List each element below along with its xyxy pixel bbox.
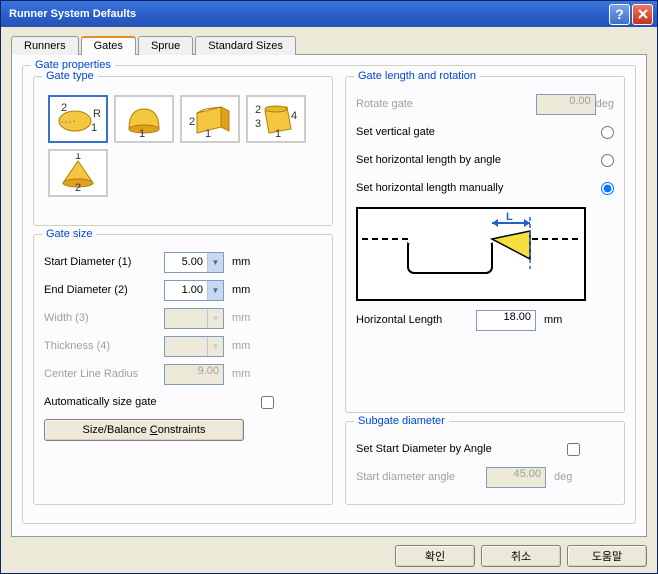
tab-sprue[interactable]: Sprue — [138, 36, 193, 55]
tab-panel-gates: Gate properties Gate type 2 — [11, 54, 647, 537]
auto-size-label: Automatically size gate — [44, 396, 164, 408]
gate-type-1-icon[interactable]: 2 R 1 — [48, 95, 108, 143]
tab-runners[interactable]: Runners — [11, 36, 79, 55]
set-start-by-angle-label: Set Start Diameter by Angle — [356, 443, 492, 455]
auto-size-checkbox[interactable] — [261, 396, 274, 409]
gate-type-legend: Gate type — [42, 70, 98, 82]
start-angle-label: Start diameter angle — [356, 471, 486, 483]
horizontal-length-input[interactable]: 18.00 — [476, 310, 536, 331]
svg-text:L: L — [506, 211, 513, 223]
unit-label: mm — [232, 284, 262, 296]
thickness-combo: ▼ — [164, 336, 224, 357]
svg-text:1: 1 — [275, 128, 281, 139]
size-balance-button[interactable]: Size/Balance Constraints — [44, 419, 244, 441]
width-label: Width (3) — [44, 312, 164, 324]
gate-type-2-icon[interactable]: 1 — [114, 95, 174, 143]
chevron-down-icon: ▼ — [207, 281, 223, 300]
gate-type-3-icon[interactable]: 1 2 — [180, 95, 240, 143]
svg-text:2: 2 — [189, 116, 195, 128]
tab-standard-sizes[interactable]: Standard Sizes — [195, 36, 296, 55]
width-combo: ▼ — [164, 308, 224, 329]
deg-label: deg — [554, 471, 584, 483]
gate-diagram: L — [356, 207, 586, 301]
rotate-gate-input: 0.00 — [536, 94, 596, 115]
gate-length-legend: Gate length and rotation — [354, 70, 480, 82]
svg-text:2: 2 — [255, 104, 261, 116]
svg-text:3: 3 — [255, 118, 261, 130]
end-diameter-combo[interactable]: 1.00 ▼ — [164, 280, 224, 301]
gate-properties-group: Gate properties Gate type 2 — [22, 65, 636, 524]
help-button[interactable]: 도움말 — [567, 545, 647, 567]
subgate-legend: Subgate diameter — [354, 415, 449, 427]
unit-label: mm — [544, 314, 574, 326]
gate-size-legend: Gate size — [42, 228, 96, 240]
close-icon[interactable] — [632, 4, 653, 25]
chevron-down-icon: ▼ — [207, 253, 223, 272]
thickness-label: Thickness (4) — [44, 340, 164, 352]
content-area: Runners Gates Sprue Standard Sizes Gate … — [1, 27, 657, 573]
window-title: Runner System Defaults — [5, 8, 607, 20]
svg-text:1: 1 — [75, 153, 81, 162]
dialog-footer: 확인 취소 도움말 — [11, 537, 647, 567]
titlebar: Runner System Defaults ? — [1, 1, 657, 27]
set-vertical-radio[interactable] — [601, 126, 614, 139]
center-line-radius-input: 9.00 — [164, 364, 224, 385]
start-diameter-label: Start Diameter (1) — [44, 256, 164, 268]
gate-length-rotation-group: Gate length and rotation Rotate gate 0.0… — [345, 76, 625, 413]
gate-size-group: Gate size Start Diameter (1) 5.00 ▼ mm — [33, 234, 333, 505]
unit-label: mm — [232, 256, 262, 268]
center-line-radius-label: Center Line Radius — [44, 368, 164, 380]
size-balance-label: Size/Balance Constraints — [83, 424, 206, 436]
svg-text:2: 2 — [75, 182, 81, 193]
start-angle-input: 45.00 — [486, 467, 546, 488]
svg-text:1: 1 — [139, 128, 145, 139]
gate-type-5-icon[interactable]: 1 2 — [48, 149, 108, 197]
deg-label: deg — [596, 98, 614, 110]
unit-label: mm — [232, 340, 262, 352]
rotate-gate-label: Rotate gate — [356, 98, 476, 110]
unit-label: mm — [232, 368, 262, 380]
horizontal-length-label: Horizontal Length — [356, 314, 476, 326]
svg-text:4: 4 — [291, 110, 297, 122]
tab-strip: Runners Gates Sprue Standard Sizes — [11, 35, 647, 54]
set-horiz-angle-label: Set horizontal length by angle — [356, 154, 501, 166]
ok-button[interactable]: 확인 — [395, 545, 475, 567]
start-diameter-value: 5.00 — [165, 256, 207, 268]
tab-gates[interactable]: Gates — [81, 36, 136, 55]
set-start-by-angle-checkbox[interactable] — [567, 443, 580, 456]
gate-type-group: Gate type 2 R 1 — [33, 76, 333, 226]
svg-text:1: 1 — [205, 128, 211, 139]
unit-label: mm — [232, 312, 262, 324]
chevron-down-icon: ▼ — [207, 337, 223, 356]
chevron-down-icon: ▼ — [207, 309, 223, 328]
dialog-window: Runner System Defaults ? Runners Gates S… — [0, 0, 658, 574]
set-vertical-label: Set vertical gate — [356, 126, 435, 138]
help-icon[interactable]: ? — [609, 4, 630, 25]
end-diameter-label: End Diameter (2) — [44, 284, 164, 296]
start-diameter-combo[interactable]: 5.00 ▼ — [164, 252, 224, 273]
subgate-diameter-group: Subgate diameter Set Start Diameter by A… — [345, 421, 625, 505]
cancel-button[interactable]: 취소 — [481, 545, 561, 567]
svg-text:R: R — [93, 108, 101, 120]
set-horiz-manual-label: Set horizontal length manually — [356, 182, 503, 194]
set-horiz-manual-radio[interactable] — [601, 182, 614, 195]
svg-text:2: 2 — [61, 102, 67, 114]
end-diameter-value: 1.00 — [165, 284, 207, 296]
set-horiz-angle-radio[interactable] — [601, 154, 614, 167]
gate-type-4-icon[interactable]: 2 3 4 1 — [246, 95, 306, 143]
svg-text:1: 1 — [91, 122, 97, 134]
